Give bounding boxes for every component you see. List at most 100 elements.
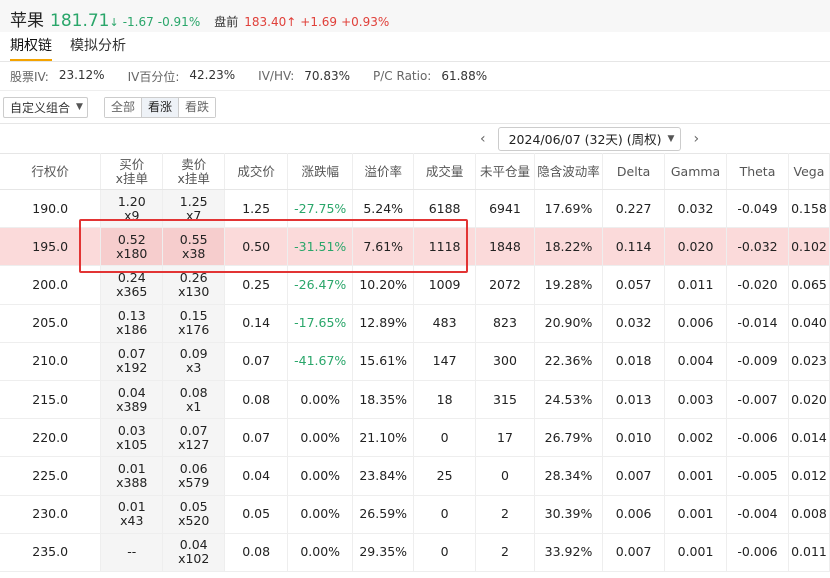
column-header-gamma[interactable]: Gamma (664, 153, 727, 190)
cell-delta: 0.227 (602, 189, 666, 229)
cell-vega: 0.020 (788, 380, 830, 420)
cell-delta: 0.006 (602, 495, 666, 534)
column-header-premium[interactable]: 溢价率 (352, 153, 415, 190)
stat-iv-hv: IV/HV: 70.83% (258, 69, 350, 83)
cell-ask: 0.04 x102 (162, 533, 226, 572)
cell-change: -27.75% (287, 189, 354, 229)
stat-label: IV百分位: (127, 69, 180, 84)
cell-bid: 1.20 x9 (100, 189, 164, 229)
price-change: -1.67 (122, 15, 154, 29)
table-row[interactable]: 210.0 0.07 x192 0.09 x3 0.07 -41.67% 15.61% 147 3… (0, 342, 830, 381)
column-header-oi[interactable]: 未平仓量 (475, 153, 535, 190)
column-header-chg[interactable]: 涨跌幅 (287, 153, 354, 190)
tab-option-chain[interactable]: 期权链 (10, 35, 52, 61)
table-row[interactable]: 235.0 -- 0.04 x102 0.08 0.00% 29.35% 0 2 33.92% 0.… (0, 533, 830, 572)
cell-theta: -0.020 (726, 265, 789, 305)
premarket-change: +1.69 (300, 15, 338, 29)
cell-open-interest: 315 (475, 380, 535, 420)
cell-strike: 195.0 (0, 227, 102, 267)
column-header-strike[interactable]: 行权价 (0, 153, 102, 190)
quote-header: 苹果 181.71 ↓ -1.67 -0.91% 盘前 183.40↑ +1.6… (0, 0, 830, 32)
stat-label: IV/HV: (258, 69, 295, 83)
cell-last: 0.14 (224, 304, 289, 343)
cell-last: 0.04 (224, 456, 289, 496)
cell-iv: 28.34% (534, 456, 604, 496)
cell-last: 0.07 (224, 418, 289, 458)
column-header-delta[interactable]: Delta (602, 153, 666, 190)
stat-iv-percentile: IV百分位: 42.23% (128, 68, 236, 85)
cell-theta: -0.032 (726, 227, 789, 267)
combo-select[interactable]: 自定义组合 ▼ (3, 96, 88, 118)
expiry-date-label: 2024/06/07 (32天) (周权) (508, 132, 662, 147)
cell-gamma: 0.001 (664, 495, 727, 534)
cell-theta: -0.014 (726, 304, 789, 343)
table-row[interactable]: 205.0 0.13 x186 0.15 x176 0.14 -17.65% 12.89% 48… (0, 304, 830, 343)
table-row[interactable]: 215.0 0.04 x389 0.08 x1 0.08 0.00% 18.35% 18 315 2… (0, 380, 830, 420)
cell-premium: 12.89% (352, 304, 415, 343)
cell-vega: 0.102 (788, 227, 830, 267)
cell-last: 0.25 (224, 265, 289, 305)
cell-change: -31.51% (287, 227, 354, 267)
column-header-iv[interactable]: 隐含波动率 (534, 153, 604, 190)
chevron-right-icon[interactable]: › (693, 131, 699, 147)
cell-change: 0.00% (287, 495, 354, 534)
stock-name: 苹果 (10, 11, 44, 31)
tab-simulation[interactable]: 模拟分析 (70, 35, 126, 61)
cell-volume: 483 (413, 304, 477, 343)
table-row[interactable]: 220.0 0.03 x105 0.07 x127 0.07 0.00% 21.10% 0 17 2… (0, 418, 830, 458)
option-chain-table: 行权价 买价 x挂单 卖价 x挂单 成交价 涨跌幅 溢价率 成交量 未平仓量 隐含波动率 Delta G… (0, 153, 830, 572)
cell-volume: 18 (413, 380, 477, 420)
premarket-change-pct: +0.93% (341, 15, 390, 29)
chevron-down-icon: ▼ (76, 102, 83, 112)
column-header-last[interactable]: 成交价 (224, 153, 289, 190)
cell-ask: 0.07 x127 (162, 418, 226, 458)
cell-bid: 0.01 x43 (100, 495, 164, 534)
cell-volume: 1118 (413, 227, 477, 267)
cell-open-interest: 0 (475, 456, 535, 496)
cell-open-interest: 2072 (475, 265, 535, 305)
cell-strike: 215.0 (0, 380, 102, 420)
cell-gamma: 0.001 (664, 456, 727, 496)
column-header-bid[interactable]: 买价 x挂单 (100, 153, 164, 190)
cell-delta: 0.057 (602, 265, 666, 305)
cell-ask: 0.09 x3 (162, 342, 226, 381)
chevron-left-icon[interactable]: ‹ (480, 131, 486, 147)
table-row[interactable]: 200.0 0.24 x365 0.26 x130 0.25 -26.47% 10.20% 10… (0, 265, 830, 305)
table-row[interactable]: 230.0 0.01 x43 0.05 x520 0.05 0.00% 26.59% 0 2 30.… (0, 495, 830, 534)
cell-last: 0.07 (224, 342, 289, 381)
cell-theta: -0.004 (726, 495, 789, 534)
column-header-ask[interactable]: 卖价 x挂单 (162, 153, 226, 190)
cell-ask: 0.15 x176 (162, 304, 226, 343)
chevron-down-icon: ▼ (667, 133, 675, 144)
cell-volume: 6188 (413, 189, 477, 229)
stat-pc-ratio: P/C Ratio: 61.88% (373, 69, 487, 83)
table-row[interactable]: 225.0 0.01 x388 0.06 x579 0.04 0.00% 23.84% 25 0 2… (0, 456, 830, 496)
column-header-theta[interactable]: Theta (726, 153, 789, 190)
cell-premium: 26.59% (352, 495, 415, 534)
cell-premium: 18.35% (352, 380, 415, 420)
cell-bid: 0.24 x365 (100, 265, 164, 305)
column-header-vega[interactable]: Vega (788, 153, 830, 190)
cell-volume: 0 (413, 495, 477, 534)
cell-theta: -0.005 (726, 456, 789, 496)
cell-vega: 0.014 (788, 418, 830, 458)
cell-vega: 0.012 (788, 456, 830, 496)
cell-change: -17.65% (287, 304, 354, 343)
table-row[interactable]: 195.0 0.52 x180 0.55 x38 0.50 -31.51% 7.61% 1118… (0, 227, 830, 267)
table-row[interactable]: 190.0 1.20 x9 1.25 x7 1.25 -27.75% 5.24% 6188 694… (0, 189, 830, 229)
expiry-select[interactable]: 2024/06/07 (32天) (周权) ▼ (497, 126, 682, 151)
cell-gamma: 0.002 (664, 418, 727, 458)
cell-vega: 0.008 (788, 495, 830, 534)
cell-gamma: 0.006 (664, 304, 727, 343)
column-header-volume[interactable]: 成交量 (413, 153, 477, 190)
cell-premium: 5.24% (352, 189, 415, 229)
cell-gamma: 0.003 (664, 380, 727, 420)
cell-change: 0.00% (287, 418, 354, 458)
cell-delta: 0.010 (602, 418, 666, 458)
segment-calls[interactable]: 看涨 (141, 97, 179, 117)
cell-last: 0.08 (224, 533, 289, 572)
segment-all[interactable]: 全部 (104, 97, 142, 117)
cell-iv: 18.22% (534, 227, 604, 267)
segment-puts[interactable]: 看跌 (178, 97, 215, 117)
cell-premium: 15.61% (352, 342, 415, 381)
